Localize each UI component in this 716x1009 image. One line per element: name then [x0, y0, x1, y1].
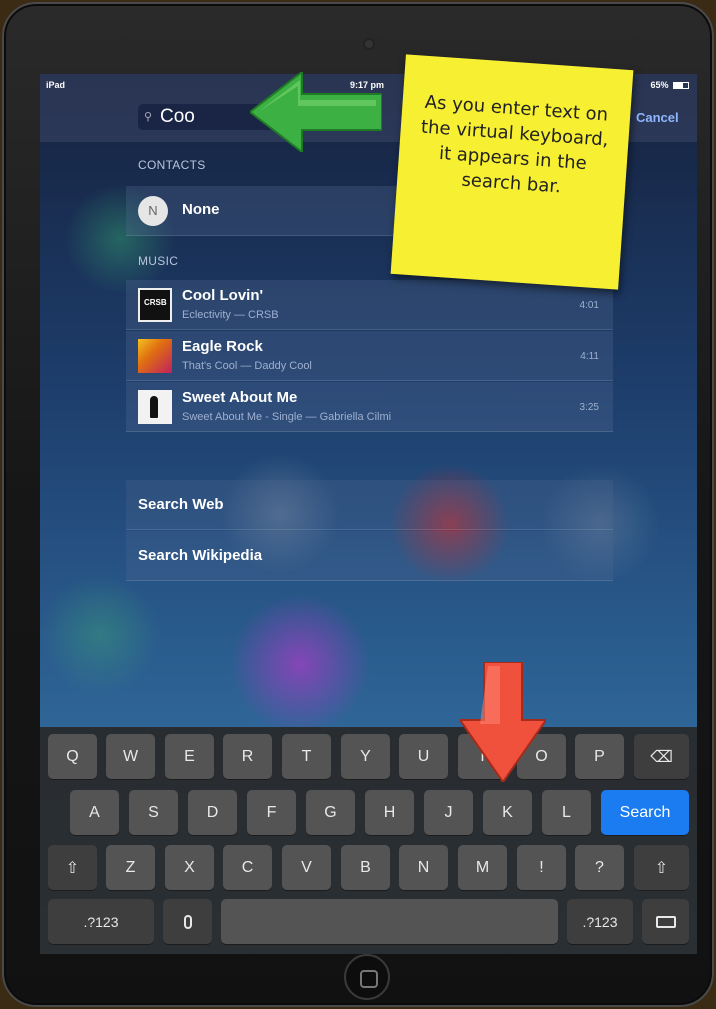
key-a[interactable]: A	[70, 790, 119, 835]
song-row[interactable]: Sweet About Me Sweet About Me - Single —…	[126, 382, 613, 432]
key-x[interactable]: X	[165, 845, 214, 890]
camera-icon	[363, 38, 375, 50]
key-g[interactable]: G	[306, 790, 355, 835]
song-row[interactable]: Cool Lovin' Eclectivity — CRSB 4:01	[126, 280, 613, 330]
note-text: As you enter text on the virtual keyboar…	[420, 91, 610, 198]
key-c[interactable]: C	[223, 845, 272, 890]
contact-name: None	[182, 201, 220, 218]
search-key[interactable]: Search	[601, 790, 689, 835]
song-subtitle: That's Cool — Daddy Cool	[182, 360, 312, 372]
search-icon: ⚲	[144, 111, 153, 123]
shift-key-left[interactable]: ⇧	[48, 845, 97, 890]
cancel-button[interactable]: Cancel	[636, 110, 679, 125]
keyboard-icon	[655, 915, 676, 928]
dismiss-keyboard-key[interactable]	[642, 899, 689, 944]
battery-icon	[673, 82, 689, 90]
search-web-label: Search Web	[138, 496, 224, 513]
home-button[interactable]	[344, 954, 390, 1000]
key-n[interactable]: N	[399, 845, 448, 890]
red-arrow-annotation	[460, 662, 546, 782]
backspace-icon: ⌫	[650, 748, 673, 766]
album-art	[138, 339, 172, 373]
music-section-label: MUSIC	[138, 254, 179, 268]
key-k[interactable]: K	[483, 790, 532, 835]
microphone-icon	[183, 914, 192, 929]
status-device-label: iPad	[46, 80, 66, 90]
key-w[interactable]: W	[106, 734, 155, 779]
shift-icon: ⇧	[65, 859, 80, 877]
song-duration: 4:11	[580, 351, 599, 362]
song-title: Sweet About Me	[182, 389, 298, 406]
key-b[interactable]: B	[341, 845, 390, 890]
shift-key-right[interactable]: ⇧	[634, 845, 689, 890]
avatar: N	[138, 196, 168, 226]
key-exclamation[interactable]: !	[517, 845, 566, 890]
key-r[interactable]: R	[223, 734, 272, 779]
key-f[interactable]: F	[247, 790, 296, 835]
numbers-key-left[interactable]: .?123	[48, 899, 154, 944]
song-subtitle: Eclectivity — CRSB	[182, 309, 279, 321]
numbers-key-right[interactable]: .?123	[567, 899, 633, 944]
key-question[interactable]: ?	[575, 845, 624, 890]
shift-icon: ⇧	[654, 859, 669, 877]
song-subtitle: Sweet About Me - Single — Gabriella Cilm…	[182, 411, 392, 423]
song-title: Cool Lovin'	[182, 287, 264, 304]
key-v[interactable]: V	[282, 845, 331, 890]
song-row[interactable]: Eagle Rock That's Cool — Daddy Cool 4:11	[126, 331, 613, 381]
album-art	[138, 288, 172, 322]
dictation-key[interactable]	[163, 899, 212, 944]
virtual-keyboard: Q W E R T Y U I O P ⌫ A S D F G H J K L …	[40, 727, 697, 954]
search-wikipedia-label: Search Wikipedia	[138, 547, 263, 564]
key-s[interactable]: S	[129, 790, 178, 835]
contacts-section-label: CONTACTS	[138, 158, 206, 172]
green-arrow-annotation	[250, 72, 382, 152]
status-battery: 65%	[650, 80, 689, 90]
search-web-row[interactable]: Search Web	[126, 480, 613, 530]
song-duration: 3:25	[579, 402, 599, 413]
key-u[interactable]: U	[399, 734, 448, 779]
backspace-key[interactable]: ⌫	[634, 734, 689, 779]
search-wikipedia-row[interactable]: Search Wikipedia	[126, 531, 613, 581]
battery-percent: 65%	[650, 80, 669, 90]
song-title: Eagle Rock	[182, 338, 263, 355]
album-art	[138, 390, 172, 424]
key-y[interactable]: Y	[341, 734, 390, 779]
key-z[interactable]: Z	[106, 845, 155, 890]
key-e[interactable]: E	[165, 734, 214, 779]
key-d[interactable]: D	[188, 790, 237, 835]
key-t[interactable]: T	[282, 734, 331, 779]
key-m[interactable]: M	[458, 845, 507, 890]
key-j[interactable]: J	[424, 790, 473, 835]
sticky-note-annotation: As you enter text on the virtual keyboar…	[390, 54, 634, 290]
key-l[interactable]: L	[542, 790, 591, 835]
key-p[interactable]: P	[575, 734, 624, 779]
key-h[interactable]: H	[365, 790, 414, 835]
search-query: Coo	[160, 106, 195, 127]
space-key[interactable]	[221, 899, 558, 944]
song-duration: 4:01	[579, 300, 599, 311]
key-q[interactable]: Q	[48, 734, 97, 779]
